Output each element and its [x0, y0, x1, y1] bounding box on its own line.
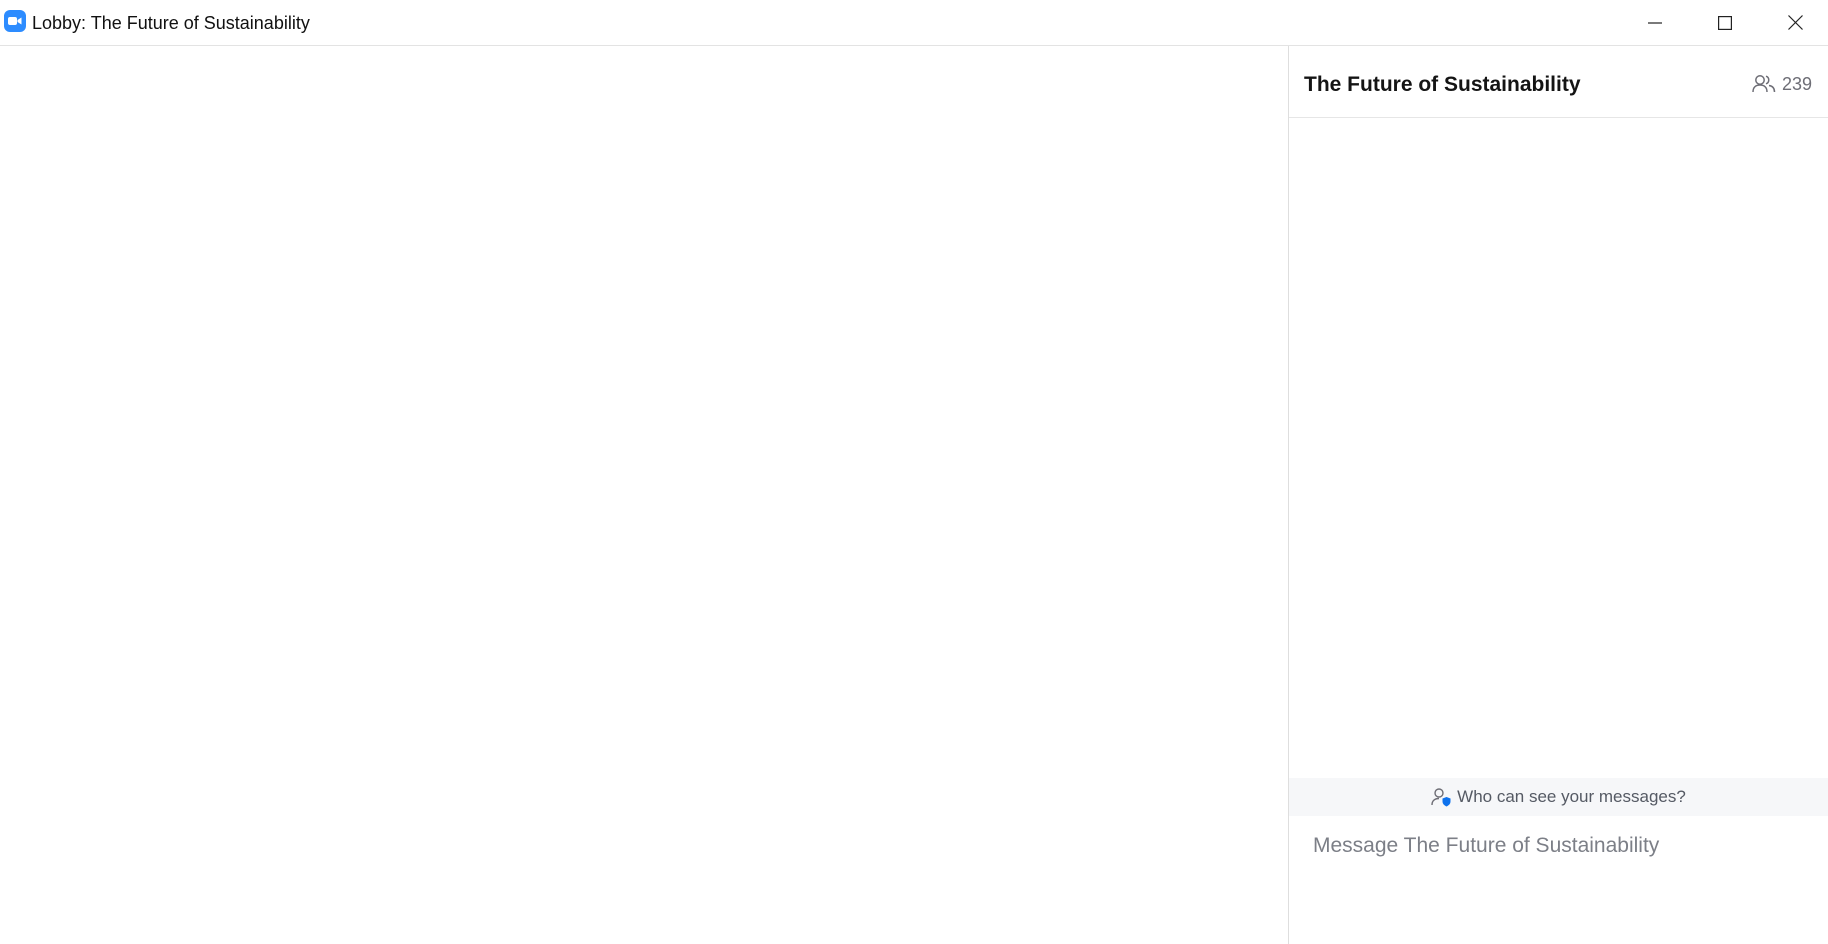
privacy-info-link[interactable]: Who can see your messages? — [1289, 778, 1828, 816]
lobby-main-area — [0, 46, 1288, 944]
participants-button[interactable]: 239 — [1752, 72, 1812, 96]
minimize-icon — [1648, 21, 1662, 24]
close-icon — [1787, 15, 1803, 30]
close-button[interactable] — [1760, 0, 1828, 45]
maximize-icon — [1718, 15, 1732, 30]
minimize-button[interactable] — [1620, 0, 1690, 45]
maximize-button[interactable] — [1690, 0, 1760, 45]
window-title: Lobby: The Future of Sustainability — [32, 13, 310, 33]
chat-messages-area[interactable] — [1289, 118, 1828, 778]
message-input[interactable] — [1313, 826, 1803, 866]
compose-area — [1289, 816, 1828, 944]
chat-title: The Future of Sustainability — [1304, 73, 1581, 96]
app-window: Lobby: The Future of Sustainability The … — [0, 0, 1828, 944]
zoom-app-icon — [4, 10, 26, 32]
privacy-info-text: Who can see your messages? — [1457, 787, 1686, 806]
title-bar: Lobby: The Future of Sustainability — [0, 0, 1828, 46]
participant-count: 239 — [1781, 74, 1812, 94]
chat-panel: The Future of Sustainability 239 Who can… — [1289, 46, 1828, 944]
people-icon — [1752, 75, 1776, 93]
person-shield-icon — [1431, 788, 1451, 807]
chat-header: The Future of Sustainability 239 — [1289, 46, 1828, 118]
